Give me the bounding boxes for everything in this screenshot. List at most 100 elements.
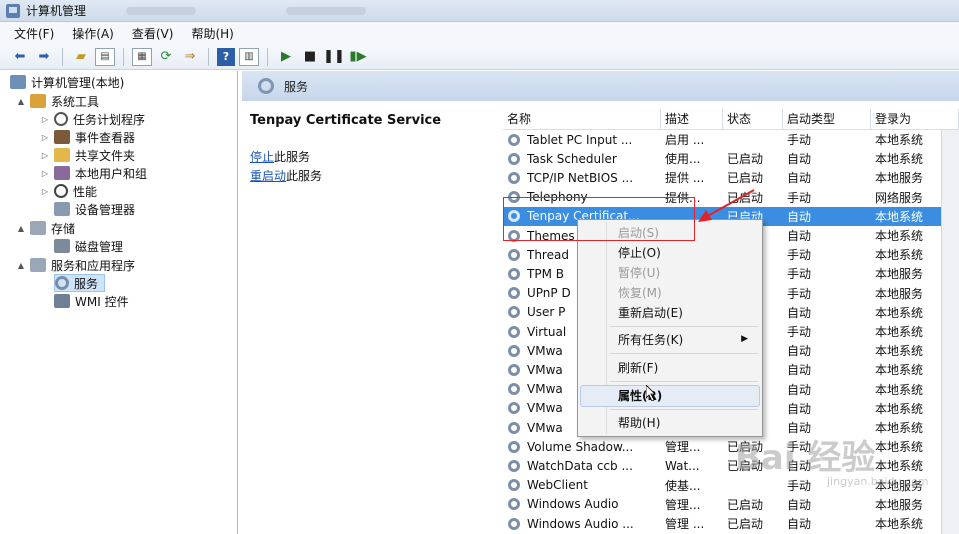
tree-item-system-tools[interactable]: ▲ 系统工具 (16, 92, 99, 110)
tree-item-local-users[interactable]: ▷ 本地用户和组 (40, 164, 147, 182)
expand-arrow-icon[interactable]: ▷ (40, 169, 50, 178)
pane-title: 服务 (284, 79, 309, 94)
tree-item-disk-management[interactable]: 磁盘管理 (54, 237, 123, 255)
column-log-on-as[interactable]: 登录为 (871, 109, 959, 129)
refresh-icon[interactable]: ⟳ (156, 47, 176, 67)
tree-root[interactable]: 计算机管理(本地) (10, 73, 124, 91)
stop-service-icon[interactable]: ■ (300, 47, 320, 67)
column-name[interactable]: 名称 (503, 109, 661, 129)
menu-item-stop[interactable]: 停止(O) (618, 244, 661, 262)
service-gear-icon (507, 401, 521, 415)
services-apps-icon (30, 258, 46, 272)
table-row[interactable]: Task Scheduler 使用... 已启动 自动 本地系统 (503, 149, 959, 168)
tree-item-services-apps[interactable]: ▲ 服务和应用程序 (16, 256, 135, 274)
shared-folder-icon (54, 148, 70, 162)
device-manager-icon (54, 202, 70, 216)
tools-icon (30, 94, 46, 108)
menu-item-help[interactable]: 帮助(H) (618, 414, 660, 432)
toolbar-divider (62, 47, 63, 66)
action-pane-icon[interactable]: ▥ (239, 47, 259, 66)
computer-management-icon (6, 3, 20, 18)
startup-type-cell: 自动 (787, 382, 812, 397)
menu-action[interactable]: 操作(A) (72, 25, 114, 42)
menu-item-restart[interactable]: 重新启动(E) (618, 304, 683, 322)
collapse-arrow-icon[interactable]: ▲ (16, 261, 26, 270)
service-name-cell: Volume Shadow... (503, 440, 661, 454)
menu-item-resume[interactable]: 恢复(M) (618, 284, 662, 302)
service-detail: Tenpay Certificate Service 停止此服务 重启动此服务 (250, 113, 490, 186)
tree-item-task-scheduler[interactable]: ▷ 任务计划程序 (40, 110, 145, 128)
expand-arrow-icon[interactable]: ▷ (40, 187, 50, 196)
console-tree: 计算机管理(本地) ▲ 系统工具 ▷ 任务计划程序 ▷ 事件查看器 ▷ 共享文件… (0, 71, 238, 534)
startup-type-cell: 手动 (787, 248, 812, 263)
restart-service-link[interactable]: 重启动 (250, 169, 286, 183)
collapse-arrow-icon[interactable]: ▲ (16, 224, 26, 233)
performance-icon (54, 184, 68, 198)
menu-hover-highlight (580, 385, 760, 407)
tree-item-services[interactable]: 服务 (54, 274, 106, 292)
vertical-scrollbar[interactable] (941, 130, 959, 534)
menu-separator (610, 326, 758, 327)
collapse-arrow-icon[interactable]: ▲ (16, 97, 26, 106)
help-icon[interactable]: ? (217, 47, 235, 66)
table-row[interactable]: Windows Audio 管理... 已启动 自动 本地服务 (503, 495, 959, 514)
annotation-arrow-icon (698, 189, 755, 222)
menu-item-refresh[interactable]: 刷新(F) (618, 359, 658, 377)
startup-type-cell: 自动 (787, 209, 812, 224)
start-service-icon[interactable]: ▶ (276, 47, 296, 67)
column-startup-type[interactable]: 启动类型 (783, 109, 871, 129)
service-gear-icon (507, 133, 521, 147)
startup-type-cell: 手动 (787, 190, 812, 205)
properties-icon[interactable]: ▦ (132, 47, 152, 66)
menu-item-pause[interactable]: 暂停(U) (618, 264, 660, 282)
mouse-cursor-icon (646, 385, 656, 401)
description-cell: 使用... (665, 152, 701, 167)
menu-item-all-tasks[interactable]: 所有任务(K) (618, 331, 683, 349)
description-cell: 管理 ... (665, 517, 705, 531)
startup-type-cell: 自动 (787, 401, 812, 416)
tree-item-performance[interactable]: ▷ 性能 (40, 182, 97, 200)
tree-item-wmi[interactable]: WMI 控件 (54, 292, 129, 310)
column-header: 名称 描述 状态 启动类型 登录为 (503, 109, 959, 130)
pause-service-icon[interactable]: ❚❚ (323, 47, 345, 67)
expand-arrow-icon[interactable]: ▷ (40, 151, 50, 160)
service-gear-icon (507, 459, 521, 473)
show-hide-tree-icon[interactable]: ▤ (95, 47, 115, 66)
menu-separator (610, 409, 758, 410)
menu-file[interactable]: 文件(F) (14, 25, 54, 42)
forward-arrow-icon[interactable]: ➡ (34, 47, 54, 67)
description-cell: 管理... (665, 440, 701, 455)
baidu-watermark: Bai 经验 jingyan.baidu.com (735, 438, 929, 488)
event-viewer-icon (54, 130, 70, 144)
column-description[interactable]: 描述 (661, 109, 723, 129)
table-row[interactable]: TCP/IP NetBIOS ... 提供 ... 已启动 自动 本地服务 (503, 168, 959, 187)
tree-item-storage[interactable]: ▲ 存储 (16, 219, 75, 237)
table-row[interactable]: Tablet PC Input ... 启用 ... 手动 本地系统 (503, 130, 959, 149)
expand-arrow-icon[interactable]: ▷ (40, 133, 50, 142)
service-gear-icon (507, 478, 521, 492)
service-gear-icon (507, 267, 521, 281)
stop-service-link[interactable]: 停止 (250, 150, 274, 164)
export-list-icon[interactable]: ⇒ (180, 47, 200, 67)
service-gear-icon (507, 517, 521, 531)
users-icon (54, 166, 70, 180)
startup-type-cell: 自动 (787, 171, 812, 186)
tree-item-event-viewer[interactable]: ▷ 事件查看器 (40, 128, 135, 146)
menu-help[interactable]: 帮助(H) (191, 25, 233, 42)
description-cell: 提供 ... (665, 171, 705, 186)
table-row[interactable]: Windows Audio ... 管理 ... 已启动 自动 本地系统 (503, 514, 959, 533)
services-gear-icon (55, 276, 69, 290)
window-title: 计算机管理 (26, 4, 87, 18)
back-arrow-icon[interactable]: ⬅ (10, 47, 30, 67)
tree-item-device-manager[interactable]: 设备管理器 (54, 200, 135, 218)
expand-arrow-icon[interactable]: ▷ (40, 115, 50, 124)
restart-service-icon[interactable]: ▮▶ (348, 47, 368, 67)
tree-item-shared-folders[interactable]: ▷ 共享文件夹 (40, 146, 135, 164)
status-cell: 已启动 (727, 517, 764, 531)
column-status[interactable]: 状态 (723, 109, 783, 129)
blurred-text-2 (286, 6, 367, 15)
menu-view[interactable]: 查看(V) (132, 25, 174, 42)
up-folder-icon[interactable]: ▰ (71, 47, 91, 67)
pane-header: 服务 (242, 71, 959, 101)
service-gear-icon (507, 497, 521, 511)
